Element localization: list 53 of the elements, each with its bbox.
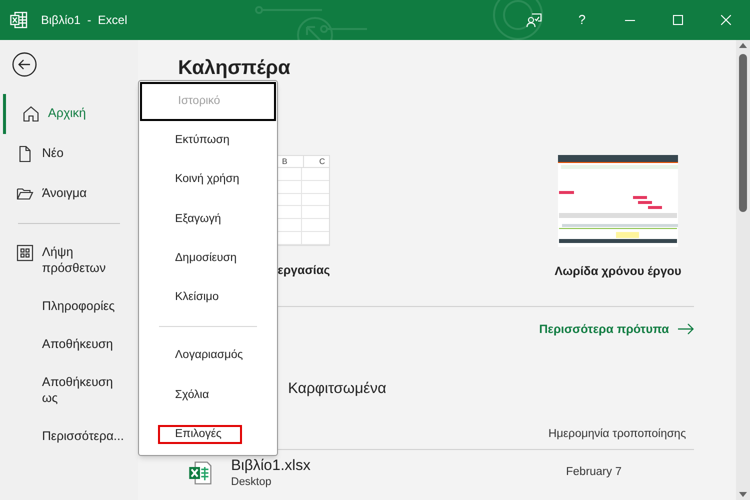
home-icon bbox=[22, 105, 40, 123]
sidebar-item[interactable]: Νέο bbox=[0, 134, 138, 174]
scrollbar-thumb[interactable] bbox=[739, 54, 747, 212]
menu-item-label: Επιλογές bbox=[175, 426, 222, 442]
timeline-thumbnail-drawing[interactable] bbox=[558, 155, 678, 247]
sidebar-item-label: Νέο bbox=[42, 145, 65, 161]
sidebar-item[interactable]: Άνοιγμα bbox=[0, 174, 138, 214]
close-icon bbox=[721, 15, 731, 25]
scrollbar[interactable] bbox=[736, 40, 750, 500]
file-name: Βιβλίο1.xlsx bbox=[231, 456, 312, 476]
back-button[interactable] bbox=[12, 52, 37, 77]
sidebar-item[interactable]: Περισσότερα... bbox=[0, 417, 138, 455]
sidebar-item[interactable]: Λήψη πρόσθετων bbox=[0, 233, 138, 287]
pinned-heading: Καρφιτσωμένα bbox=[288, 379, 388, 399]
greeting-heading: Καλησπέρα bbox=[178, 56, 292, 81]
maximize-icon bbox=[673, 15, 683, 25]
menu-item-label: Δημοσίευση bbox=[175, 250, 237, 266]
sidebar-item-label: Λήψη πρόσθετων bbox=[42, 244, 107, 276]
menu-item-label: Εκτύπωση bbox=[175, 133, 230, 148]
sidebar-item-label: Περισσότερα... bbox=[42, 428, 125, 444]
menu-item-label: Λογαριασμός bbox=[175, 348, 243, 364]
template-label[interactable]: Λωρίδα χρόνου έργου bbox=[554, 262, 682, 280]
excel-logo-icon bbox=[10, 11, 28, 29]
column-header: C bbox=[318, 156, 326, 167]
person-comment-icon bbox=[526, 12, 542, 28]
menu-item[interactable]: Κλείσιμο bbox=[139, 278, 277, 318]
scroll-down-icon[interactable] bbox=[739, 492, 747, 498]
menu-item[interactable]: Λογαριασμός bbox=[139, 336, 277, 376]
grid-icon bbox=[16, 244, 34, 262]
sidebar-item[interactable]: Πληροφορίες bbox=[0, 287, 138, 325]
sidebar-item-label: Πληροφορίες bbox=[42, 298, 116, 314]
menu-item[interactable]: Σχόλια bbox=[139, 376, 277, 415]
template-label[interactable]: εργασίας bbox=[278, 261, 330, 279]
menu-item-label: Ιστορικό bbox=[178, 94, 220, 109]
menu-item-label: Σχόλια bbox=[175, 388, 209, 403]
sidebar-item-label: Αποθήκευση bbox=[42, 336, 114, 352]
scroll-up-icon[interactable] bbox=[739, 42, 747, 48]
sidebar-item[interactable]: Αποθήκευση ως bbox=[0, 363, 138, 417]
sidebar-item-label: Αρχική bbox=[48, 105, 87, 121]
menu-item-label: Κοινή χρήση bbox=[175, 172, 240, 188]
excel-file-icon bbox=[188, 460, 212, 485]
arrow-right-icon bbox=[678, 323, 694, 335]
file-location: Desktop bbox=[231, 475, 272, 490]
modified-date: February 7 bbox=[566, 465, 622, 480]
menu-item-label: Εξαγωγή bbox=[175, 212, 222, 227]
column-header: Ημερομηνία τροποποίησης bbox=[548, 426, 686, 442]
more-templates-link[interactable]: Περισσότερα πρότυπα bbox=[539, 320, 694, 338]
sidebar-item[interactable]: Αποθήκευση bbox=[0, 325, 138, 363]
sidebar-item-label: Άνοιγμα bbox=[42, 185, 88, 201]
sidebar-item-label: Αποθήκευση ως bbox=[42, 374, 114, 406]
help-button[interactable]: ? bbox=[558, 0, 606, 40]
window-title: Βιβλίο1 - Excel bbox=[41, 12, 128, 29]
menu-item-label: Κλείσιμο bbox=[175, 290, 219, 306]
